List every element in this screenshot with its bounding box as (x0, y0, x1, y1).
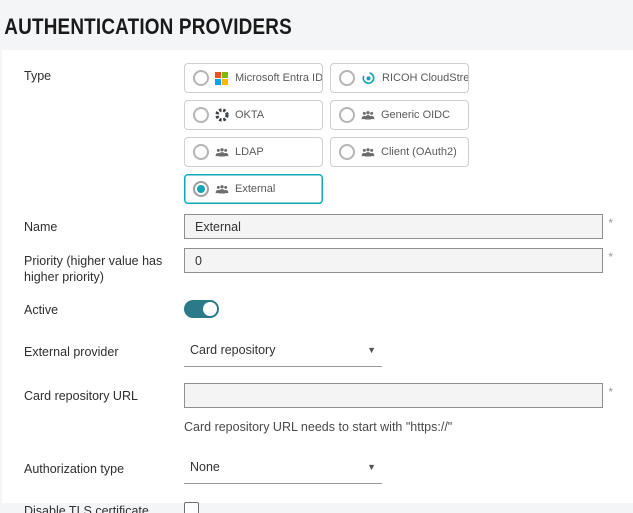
priority-row: Priority (higher value has higher priori… (24, 248, 613, 285)
chevron-down-icon: ▼ (367, 462, 376, 472)
authorization-type-value: None (190, 460, 220, 474)
name-row: Name * (24, 214, 613, 239)
users-group-icon (361, 145, 375, 159)
type-option-label: Client (OAuth2) (381, 146, 457, 158)
card-repository-url-input[interactable] (184, 383, 603, 408)
radio-button[interactable] (193, 107, 209, 123)
radio-button[interactable] (193, 70, 209, 86)
disable-tls-row: Disable TLS certificate validation (24, 498, 613, 513)
name-label: Name (24, 214, 184, 236)
users-group-icon (361, 108, 375, 122)
type-option-label: Microsoft Entra ID (235, 72, 323, 84)
authorization-type-select[interactable]: None ▼ (184, 456, 382, 484)
card-repository-url-label: Card repository URL (24, 383, 184, 405)
active-label: Active (24, 297, 184, 319)
type-option-generic-oidc[interactable]: Generic OIDC (330, 100, 469, 130)
external-provider-label: External provider (24, 339, 184, 361)
okta-logo-icon (215, 108, 229, 122)
active-toggle[interactable] (184, 300, 219, 318)
name-input[interactable] (184, 214, 603, 239)
priority-input[interactable] (184, 248, 603, 273)
required-marker: * (608, 248, 613, 263)
authorization-type-label: Authorization type (24, 456, 184, 478)
type-option-external[interactable]: External (184, 174, 323, 204)
page-title: AUTHENTICATION PROVIDERS (0, 0, 544, 50)
chevron-down-icon: ▼ (367, 345, 376, 355)
radio-button[interactable] (193, 144, 209, 160)
microsoft-logo-icon (215, 71, 229, 85)
radio-button[interactable] (339, 107, 355, 123)
external-provider-row: External provider Card repository ▼ (24, 339, 613, 367)
radio-button[interactable] (339, 144, 355, 160)
card-repository-url-helper: Card repository URL needs to start with … (184, 420, 613, 434)
users-group-icon (215, 182, 229, 196)
type-option-microsoft-entra-id[interactable]: Microsoft Entra ID (184, 63, 323, 93)
type-option-okta[interactable]: OKTA (184, 100, 323, 130)
type-option-label: LDAP (235, 146, 264, 158)
type-option-label: OKTA (235, 109, 264, 121)
disable-tls-checkbox[interactable] (184, 502, 199, 513)
active-row: Active (24, 297, 613, 319)
required-marker: * (608, 383, 613, 398)
type-options: Microsoft Entra ID RICOH CloudStream OKTA G… (184, 63, 613, 204)
ricoh-cloudstream-icon (361, 71, 376, 85)
auth-provider-form: Type Microsoft Entra ID RICOH CloudStream… (2, 50, 633, 503)
type-option-ricoh-cloudstream[interactable]: RICOH CloudStream (330, 63, 469, 93)
authorization-type-row: Authorization type None ▼ (24, 456, 613, 484)
disable-tls-label: Disable TLS certificate validation (24, 498, 184, 513)
external-provider-value: Card repository (190, 343, 275, 357)
radio-button[interactable] (339, 70, 355, 86)
type-option-label: Generic OIDC (381, 109, 450, 121)
external-provider-select[interactable]: Card repository ▼ (184, 339, 382, 367)
type-option-label: External (235, 183, 275, 195)
radio-button[interactable] (193, 181, 209, 197)
toggle-knob (203, 302, 217, 316)
type-option-ldap[interactable]: LDAP (184, 137, 323, 167)
type-option-client-oauth2[interactable]: Client (OAuth2) (330, 137, 469, 167)
priority-label: Priority (higher value has higher priori… (24, 248, 184, 285)
card-repository-url-row: Card repository URL * (24, 383, 613, 408)
type-row: Type Microsoft Entra ID RICOH CloudStream… (24, 63, 613, 204)
users-group-icon (215, 145, 229, 159)
type-label: Type (24, 63, 184, 85)
required-marker: * (608, 214, 613, 229)
type-option-label: RICOH CloudStream (382, 72, 469, 84)
